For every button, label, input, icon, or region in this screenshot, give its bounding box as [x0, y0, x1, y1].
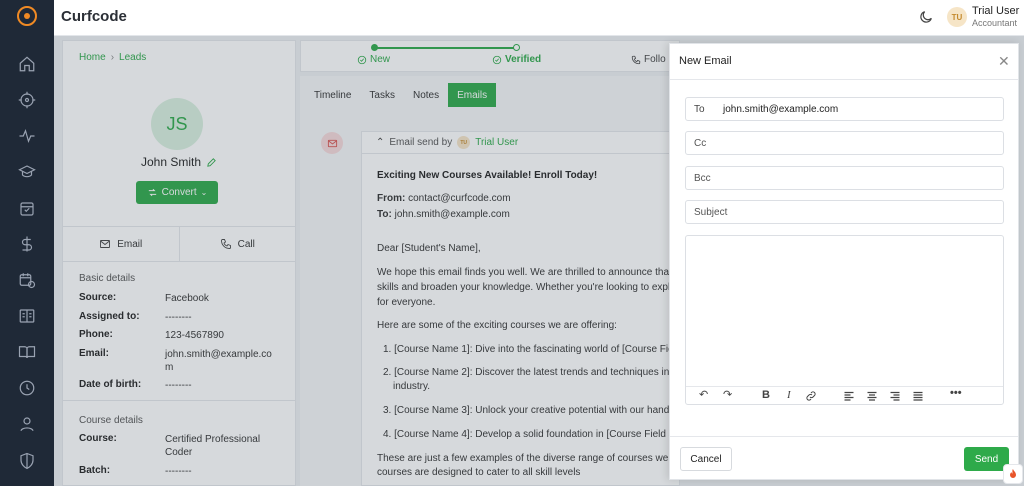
book-open-icon[interactable] [15, 304, 39, 328]
book-icon[interactable] [15, 340, 39, 364]
bold-icon[interactable]: B [762, 389, 770, 402]
to-field[interactable]: To john.smith@example.com [685, 97, 1004, 121]
subject-placeholder: Subject [694, 206, 728, 218]
layers-icon[interactable] [15, 197, 39, 221]
close-icon[interactable]: ✕ [998, 54, 1010, 68]
cc-placeholder: Cc [694, 137, 707, 149]
editor-toolbar: ↶ ↷ B I ••• [686, 386, 1003, 404]
moon-icon[interactable] [918, 9, 934, 25]
bcc-field[interactable]: Bcc [685, 166, 1004, 190]
to-value: john.smith@example.com [723, 103, 839, 115]
link-icon[interactable] [805, 390, 817, 402]
cancel-button[interactable]: Cancel [680, 447, 732, 471]
top-header: Curfcode TU Trial User Accountant [54, 0, 1024, 36]
shield-icon[interactable] [15, 449, 39, 473]
home-icon[interactable] [15, 52, 39, 76]
dialog-footer-divider [670, 436, 1018, 437]
dialog-header: New Email ✕ [670, 44, 1018, 80]
align-center-icon[interactable] [866, 390, 878, 402]
italic-icon[interactable]: I [787, 389, 791, 402]
clock-icon[interactable] [15, 376, 39, 400]
activity-icon[interactable] [15, 124, 39, 148]
app-logo[interactable] [17, 6, 37, 26]
target-icon[interactable] [15, 88, 39, 112]
user-icon[interactable] [15, 412, 39, 436]
graduation-cap-icon[interactable] [15, 160, 39, 184]
dialog-title: New Email [679, 55, 732, 67]
cc-field[interactable]: Cc [685, 131, 1004, 155]
flame-icon[interactable] [1003, 464, 1023, 484]
bcc-placeholder: Bcc [694, 172, 711, 184]
dollar-icon[interactable] [15, 232, 39, 256]
user-avatar[interactable]: TU [947, 7, 967, 27]
user-role: Accountant [972, 18, 1018, 28]
brand-title: Curfcode [61, 8, 127, 25]
user-name: Trial User [972, 5, 1020, 17]
align-justify-icon[interactable] [912, 390, 924, 402]
align-left-icon[interactable] [843, 390, 855, 402]
align-right-icon[interactable] [889, 390, 901, 402]
to-label: To [694, 103, 705, 115]
email-body-editor[interactable]: ↶ ↷ B I ••• [685, 235, 1004, 405]
calendar-clock-icon[interactable] [15, 268, 39, 292]
more-icon[interactable]: ••• [950, 387, 962, 400]
undo-icon[interactable]: ↶ [699, 389, 708, 402]
subject-field[interactable]: Subject [685, 200, 1004, 224]
side-nav [0, 0, 54, 486]
redo-icon[interactable]: ↷ [723, 389, 732, 402]
new-email-dialog: New Email ✕ To john.smith@example.com Cc… [669, 43, 1019, 480]
